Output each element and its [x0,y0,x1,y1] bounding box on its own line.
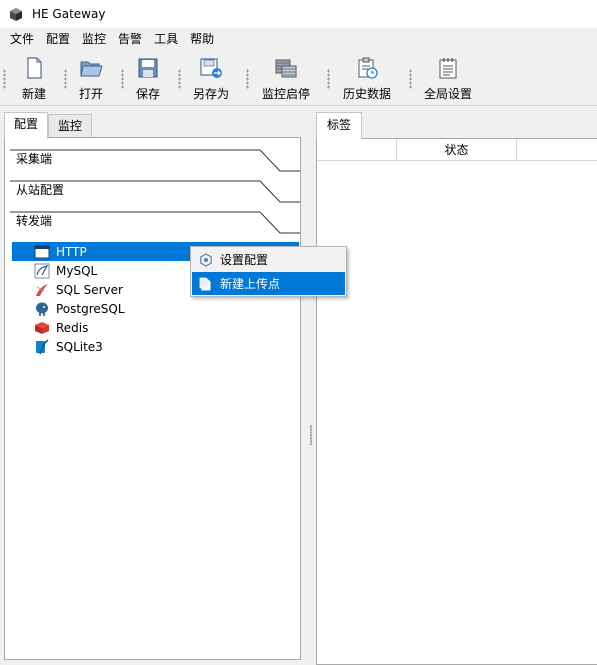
menu-monitor[interactable]: 监控 [76,29,112,49]
monitor-toggle-button-label: 监控启停 [261,87,310,101]
tree-item-label: PostgreSQL [56,301,125,316]
open-folder-icon [78,55,104,81]
splitter-handle[interactable] [310,425,312,445]
menu-item-settings[interactable]: 设置配置 [192,248,345,271]
section-collect-label: 采集端 [16,152,53,166]
section-forward[interactable]: 转发端 [10,210,300,238]
menu-item-label: 设置配置 [220,253,269,267]
tree-item-sqlite[interactable]: SQLite3 [34,337,103,356]
tree-item-label: HTTP [56,244,87,259]
toolbar: 新建 打开 保存 另存为 监控启停 历史数据 全局设置 [0,51,597,106]
history-data-button[interactable]: 历史数据 [340,55,394,103]
save-button-label: 保存 [135,87,160,101]
global-settings-button[interactable]: 全局设置 [422,55,474,103]
tree-item-label: SQL Server [56,282,123,297]
open-button[interactable]: 打开 [76,55,106,103]
tree-item-label: MySQL [56,263,98,278]
menu-help[interactable]: 帮助 [184,29,220,49]
toolbar-separator [64,69,67,89]
tab-monitor[interactable]: 监控 [48,114,93,138]
monitor-toggle-button[interactable]: 监控启停 [260,55,312,103]
new-button[interactable]: 新建 [18,55,50,103]
section-slave[interactable]: 从站配置 [10,179,300,207]
toolbar-separator [409,69,412,89]
save-as-button-label: 另存为 [192,87,229,101]
menu-tools[interactable]: 工具 [148,29,184,49]
open-button-label: 打开 [78,87,103,101]
menu-item-label: 新建上传点 [220,277,281,291]
title-bar: HE Gateway [0,0,597,28]
global-settings-button-label: 全局设置 [423,87,472,101]
save-disk-icon [135,55,161,81]
tab-tags[interactable]: 标签 [316,112,363,139]
column-header[interactable] [517,139,597,161]
section-slave-label: 从站配置 [16,183,65,197]
save-button[interactable]: 保存 [133,55,163,103]
new-file-icon [21,55,47,81]
global-settings-icon [435,55,461,81]
config-panel: 采集端 从站配置 转发端 [4,137,301,660]
window-title: HE Gateway [32,7,106,21]
left-tab-bar: 配置 监控 [4,112,93,139]
history-data-icon [354,55,380,81]
toolbar-separator [121,69,124,89]
tags-panel: 状态 [316,138,597,665]
section-forward-label: 转发端 [16,214,53,228]
toolbar-separator [178,69,181,89]
history-data-button-label: 历史数据 [342,87,391,101]
menu-alarm[interactable]: 告警 [112,29,148,49]
context-menu: 设置配置 新建上传点 [190,246,347,297]
column-header-status[interactable]: 状态 [397,139,517,161]
toolbar-separator [246,69,249,89]
postgresql-elephant-icon [34,301,50,317]
tree-item-mysql[interactable]: MySQL [34,261,97,280]
toolbar-separator [327,69,330,89]
tree-item-label: SQLite3 [56,339,103,354]
menu-bar: 文件 配置 监控 告警 工具 帮助 [0,28,597,50]
menu-item-new-upload-point[interactable]: 新建上传点 [192,272,345,295]
tree-item-redis[interactable]: Redis [34,318,88,337]
table-header: 状态 [317,139,597,161]
new-button-label: 新建 [21,87,46,101]
mysql-dolphin-icon [34,263,50,279]
menu-config[interactable]: 配置 [40,29,76,49]
tree-item-sqlserver[interactable]: SQL Server [34,280,123,299]
tree-item-postgresql[interactable]: PostgreSQL [34,299,125,318]
tree-item-label: Redis [56,320,89,335]
section-collect[interactable]: 采集端 [10,148,300,176]
new-upload-point-icon [198,276,214,292]
save-as-icon [198,55,224,81]
settings-icon [198,252,214,268]
tab-config[interactable]: 配置 [4,112,49,139]
save-as-button[interactable]: 另存为 [190,55,232,103]
menu-file[interactable]: 文件 [4,29,40,49]
redis-cube-icon [34,320,50,336]
sqlserver-icon [34,282,50,298]
gateway-app-icon [8,6,24,22]
toolbar-grip [3,69,6,89]
http-window-icon [34,244,50,260]
sqlite-feather-icon [34,338,50,355]
monitor-toggle-icon [273,55,299,81]
column-header[interactable] [317,139,397,161]
